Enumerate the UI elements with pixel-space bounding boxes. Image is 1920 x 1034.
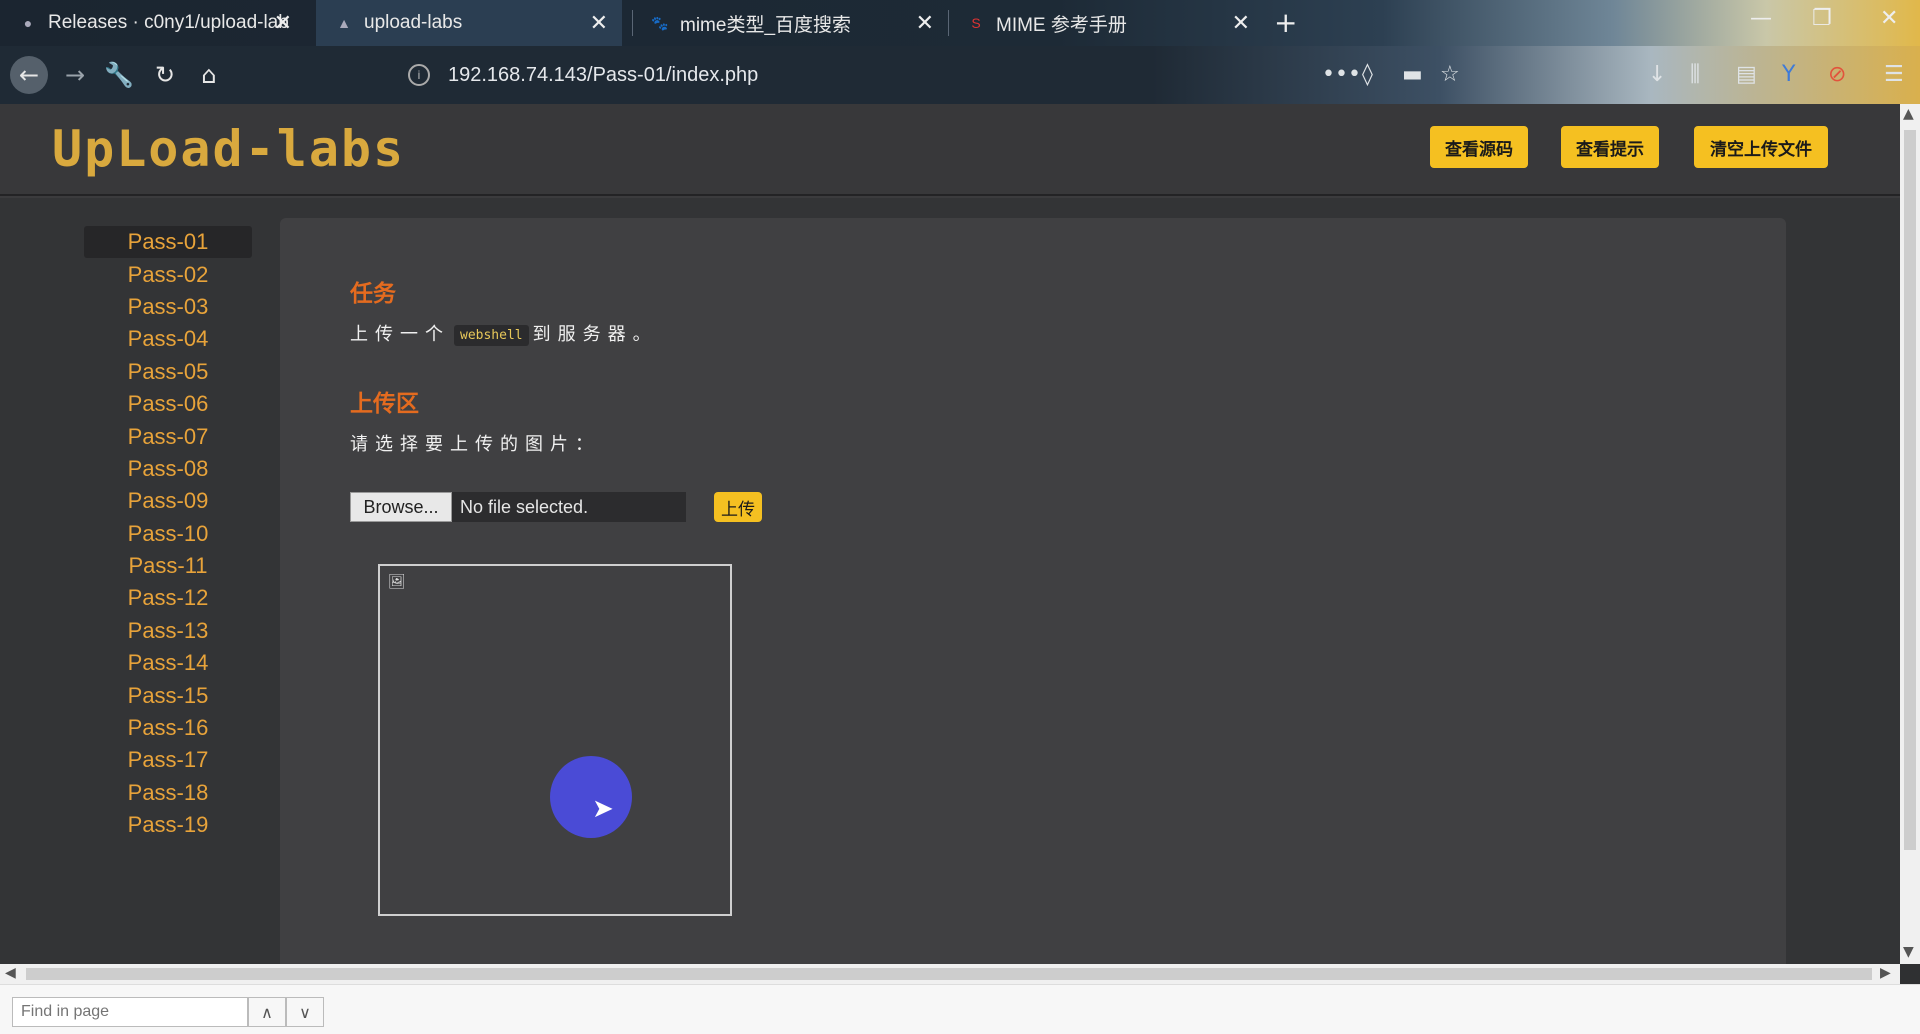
sidebar-item-pass-05[interactable]: Pass-05	[84, 356, 252, 388]
tab-mime-baidu[interactable]: 🐾 mime类型_百度搜索 ✕	[632, 0, 948, 46]
url-text: 192.168.74.143/Pass-01/index.php	[448, 63, 759, 86]
site-icon: ▲	[337, 15, 351, 31]
sidebar-item-pass-08[interactable]: Pass-08	[84, 453, 252, 485]
pass-sidebar: Pass-01 Pass-02 Pass-03 Pass-04 Pass-05 Pass-…	[84, 226, 252, 841]
task-title: 任务	[350, 281, 396, 307]
close-icon[interactable]: ✕	[1232, 10, 1250, 36]
sidebar-item-pass-15[interactable]: Pass-15	[84, 679, 252, 711]
home-icon[interactable]: ⌂	[190, 56, 228, 94]
site-logo[interactable]: UpLoad-labs	[52, 120, 405, 178]
back-arrow-icon[interactable]: ←	[10, 56, 48, 94]
close-icon[interactable]: ✕	[274, 10, 292, 36]
github-icon: ●	[23, 15, 33, 31]
close-icon[interactable]: ✕	[590, 10, 608, 36]
clear-uploads-button[interactable]: 清空上传文件	[1694, 126, 1828, 168]
tab-label: upload-labs	[364, 12, 463, 33]
upload-area-title: 上传区	[350, 391, 419, 417]
browser-tab-bar: ● Releases · c0ny1/upload-lab ✕ ▲ upload…	[0, 0, 1920, 46]
sidebar-item-pass-07[interactable]: Pass-07	[84, 420, 252, 452]
scroll-down-icon[interactable]: ▼	[1903, 944, 1914, 960]
sidebar-item-pass-12[interactable]: Pass-12	[84, 582, 252, 614]
scroll-left-icon[interactable]: ◀	[5, 965, 16, 981]
window-close-icon[interactable]: ✕	[1880, 6, 1898, 31]
scroll-up-icon[interactable]: ▲	[1903, 106, 1914, 122]
tab-upload-labs[interactable]: ▲ upload-labs ✕	[316, 0, 622, 46]
site-header: UpLoad-labs 查看源码 查看提示 清空上传文件	[0, 104, 1900, 196]
sidebar-item-pass-01[interactable]: Pass-01	[84, 226, 252, 259]
new-tab-icon[interactable]: +	[1274, 6, 1297, 39]
more-actions-icon[interactable]: •••	[1322, 62, 1361, 87]
url-bar[interactable]: i 192.168.74.143/Pass-01/index.php	[408, 58, 1308, 92]
w3school-icon: S	[971, 15, 981, 31]
sidebar-item-pass-04[interactable]: Pass-04	[84, 323, 252, 355]
info-icon[interactable]: i	[408, 64, 430, 86]
sidebar-item-pass-19[interactable]: Pass-19	[84, 809, 252, 841]
webshell-code: webshell	[454, 324, 529, 346]
pocket-icon[interactable]: ◊	[1362, 62, 1373, 87]
reload-icon[interactable]: ↻	[146, 56, 184, 94]
find-bar: ∧ ∨	[0, 984, 1920, 1034]
sidebar-item-pass-16[interactable]: Pass-16	[84, 712, 252, 744]
mouse-cursor-icon: ➤	[592, 794, 614, 824]
forward-arrow-icon[interactable]: →	[56, 56, 94, 94]
sidebar-item-pass-03[interactable]: Pass-03	[84, 291, 252, 323]
sidebar-item-pass-11[interactable]: Pass-11	[84, 550, 252, 582]
task-prefix: 上传一个	[350, 324, 450, 345]
browse-button[interactable]: Browse...	[350, 492, 452, 522]
task-suffix: 到服务器。	[532, 324, 658, 345]
horizontal-scroll-thumb[interactable]	[26, 968, 1872, 980]
extension-y-icon[interactable]: Y	[1782, 62, 1795, 87]
tab-label: Releases · c0ny1/upload-lab	[48, 12, 289, 33]
tab-mime-reference[interactable]: S MIME 参考手册 ✕	[948, 0, 1264, 46]
tab-releases[interactable]: ● Releases · c0ny1/upload-lab ✕	[0, 0, 306, 46]
sidebar-item-pass-06[interactable]: Pass-06	[84, 388, 252, 420]
sidebar-item-pass-14[interactable]: Pass-14	[84, 647, 252, 679]
download-icon[interactable]: ↓	[1648, 62, 1666, 87]
sidebar-item-pass-13[interactable]: Pass-13	[84, 615, 252, 647]
page-body: Pass-01 Pass-02 Pass-03 Pass-04 Pass-05 Pass-…	[0, 198, 1900, 964]
bookmark-star-icon[interactable]: ☆	[1440, 62, 1460, 87]
sidebar-item-pass-09[interactable]: Pass-09	[84, 485, 252, 517]
vertical-scroll-thumb[interactable]	[1904, 130, 1916, 850]
tab-label: MIME 参考手册	[996, 14, 1127, 36]
menu-icon[interactable]: ☰	[1884, 62, 1904, 87]
horizontal-scrollbar[interactable]: ◀ ▶	[0, 964, 1900, 984]
task-description: 上传一个 webshell 到服务器。	[350, 320, 658, 346]
upload-button[interactable]: 上传	[714, 492, 762, 522]
click-highlight	[550, 756, 632, 838]
web-page: UpLoad-labs 查看源码 查看提示 清空上传文件 Pass-01 Pass…	[0, 104, 1900, 964]
library-icon[interactable]: ⫼	[1690, 62, 1700, 87]
image-preview: 🖼 ➤	[378, 564, 732, 916]
scroll-right-icon[interactable]: ▶	[1880, 965, 1891, 981]
main-panel: 任务 上传一个 webshell 到服务器。 上传区 请选择要上传的图片： Brow…	[280, 218, 1786, 964]
file-status: No file selected.	[460, 496, 589, 517]
sidebar-item-pass-02[interactable]: Pass-02	[84, 258, 252, 290]
wrench-icon[interactable]: 🔧	[100, 56, 138, 94]
extension-block-icon[interactable]: ⊘	[1828, 62, 1846, 87]
browser-nav-bar: ← → 🔧 ↻ ⌂ i 192.168.74.143/Pass-01/index…	[0, 46, 1920, 104]
sidebar-item-pass-17[interactable]: Pass-17	[84, 744, 252, 776]
view-hint-button[interactable]: 查看提示	[1561, 126, 1659, 168]
view-source-button[interactable]: 查看源码	[1430, 126, 1528, 168]
restore-icon[interactable]: ❐	[1812, 6, 1832, 31]
vertical-scrollbar[interactable]: ▲ ▼	[1900, 104, 1920, 964]
baidu-icon: 🐾	[651, 14, 669, 31]
sidebar-item-pass-10[interactable]: Pass-10	[84, 518, 252, 550]
file-input[interactable]: Browse... No file selected.	[350, 492, 686, 522]
broken-image-icon: 🖼	[388, 574, 406, 590]
sidebar-item-pass-18[interactable]: Pass-18	[84, 777, 252, 809]
upload-prompt: 请选择要上传的图片：	[350, 434, 600, 455]
minimize-icon[interactable]: —	[1750, 6, 1772, 31]
screenshot-icon[interactable]: ▬	[1402, 62, 1423, 87]
find-next-icon[interactable]: ∨	[286, 997, 324, 1027]
find-previous-icon[interactable]: ∧	[248, 997, 286, 1027]
tab-label: mime类型_百度搜索	[680, 14, 852, 36]
find-in-page-input[interactable]	[12, 997, 248, 1027]
close-icon[interactable]: ✕	[916, 10, 934, 36]
sidebar-icon[interactable]: ▤	[1736, 62, 1757, 87]
